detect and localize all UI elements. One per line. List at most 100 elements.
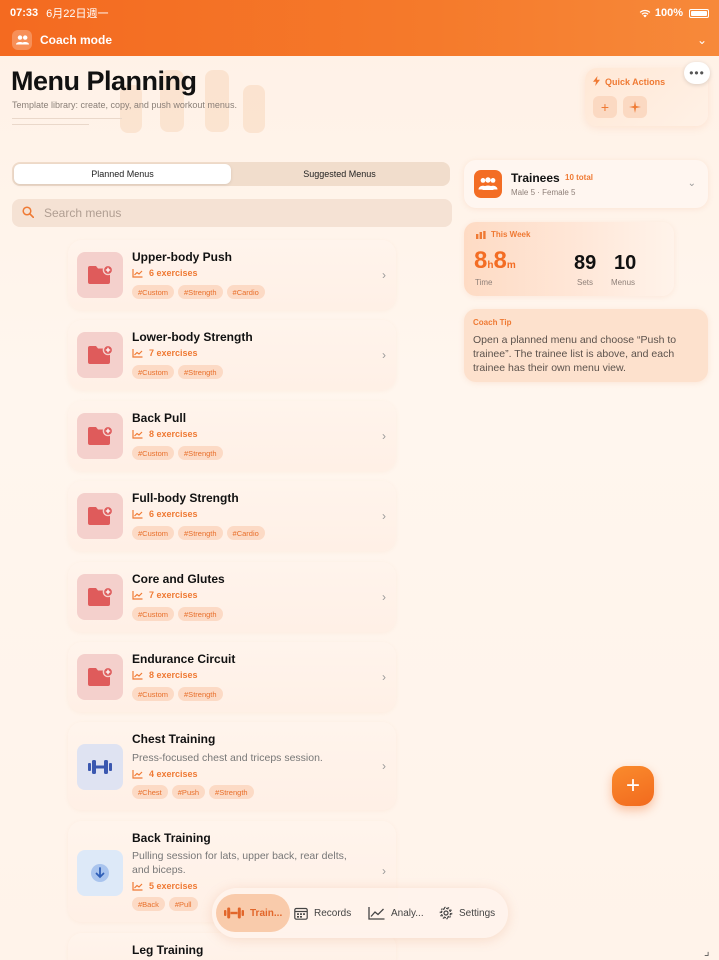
tag-list: #Custom #Strength	[132, 687, 223, 701]
quick-actions-title: Quick Actions	[593, 76, 665, 88]
tag-list: #Custom #Strength #Cardio	[132, 526, 265, 540]
this-week-card: This Week 8h8m Time 89 Sets 10 Menus	[464, 222, 674, 296]
folder-plus-icon	[77, 654, 123, 700]
menu-card[interactable]: Endurance Circuit 8 exercises #Custom #S…	[68, 642, 396, 712]
quick-sparkle-button[interactable]	[623, 96, 647, 118]
gear-icon	[439, 906, 453, 920]
dumbbell-icon	[77, 744, 123, 790]
exercise-count: 7 exercises	[132, 590, 198, 600]
status-bar: 07:33 6月22日週一 100%	[10, 6, 709, 20]
resize-handle: ⌟	[704, 944, 710, 958]
tag: #Custom	[132, 607, 175, 621]
tag: #Strength	[178, 285, 223, 299]
quick-actions-label: Quick Actions	[605, 77, 666, 87]
chevron-right-icon: ›	[382, 864, 386, 878]
tag: #Pull	[168, 897, 198, 911]
tab-analytics[interactable]: Analy...	[368, 894, 424, 932]
folder-plus-icon	[77, 413, 123, 459]
tag-list: #Custom #Strength	[132, 607, 223, 621]
coach-mode-bar[interactable]: Coach mode ⌄	[12, 29, 707, 51]
tag: #Custom	[132, 446, 175, 460]
exercise-count: 8 exercises	[132, 429, 198, 439]
menu-card[interactable]: Upper-body Push 6 exercises #Custom #Str…	[68, 240, 396, 310]
ellipsis-icon: •••	[689, 66, 705, 80]
menu-card[interactable]: Lower-body Strength 7 exercises #Custom …	[68, 320, 396, 390]
time-label: Time	[475, 278, 493, 287]
trainees-title: Trainees	[511, 171, 560, 185]
this-week-title: This Week	[476, 230, 530, 239]
time-hours: 8	[474, 247, 488, 274]
tab-planned-menus[interactable]: Planned Menus	[14, 164, 231, 184]
tag: #Strength	[209, 785, 254, 799]
sets-value: 89	[574, 252, 597, 274]
tag: #Cardio	[226, 526, 265, 540]
folder-plus-icon	[77, 493, 123, 539]
exercise-count-label: 7 exercises	[149, 348, 198, 358]
trainees-card[interactable]: Trainees 10 total Male 5 · Female 5 ⌄	[464, 160, 708, 208]
tab-suggested-menus[interactable]: Suggested Menus	[231, 164, 448, 184]
time-value: 8h8m	[474, 247, 516, 275]
coach-tip-title: Coach Tip	[473, 318, 512, 327]
chevron-down-icon[interactable]: ⌄	[697, 33, 707, 47]
tab-train[interactable]: Train...	[216, 894, 291, 932]
top-bar: 07:33 6月22日週一 100% Coach mode ⌄	[0, 0, 719, 56]
exercise-count: 8 exercises	[132, 670, 198, 680]
chevron-right-icon: ›	[382, 268, 386, 282]
chevron-right-icon: ›	[382, 429, 386, 443]
tag-list: #Back #Pull	[132, 897, 198, 911]
status-time: 07:33	[10, 7, 39, 19]
tag: #Cardio	[226, 285, 265, 299]
folder-plus-icon	[77, 332, 123, 378]
exercise-count-label: 7 exercises	[149, 590, 198, 600]
exercise-count: 6 exercises	[132, 509, 198, 519]
tag: #Strength	[178, 607, 223, 621]
menu-card[interactable]: Chest Training Press-focused chest and t…	[68, 722, 396, 810]
add-menu-button[interactable]: +	[612, 766, 654, 806]
tag: #Strength	[178, 365, 223, 379]
menu-title: Back Pull	[132, 411, 187, 425]
tab-settings[interactable]: Settings	[439, 894, 495, 932]
page-title: Menu Planning	[11, 66, 197, 96]
time-minutes: 8	[493, 247, 507, 274]
menu-card[interactable]: Full-body Strength 6 exercises #Custom #…	[68, 481, 396, 551]
menu-title: Core and Glutes	[132, 572, 225, 586]
menu-title: Chest Training	[132, 732, 216, 746]
menu-card[interactable]: Core and Glutes 7 exercises #Custom #Str…	[68, 562, 396, 632]
tab-label: Analy...	[391, 907, 424, 919]
more-options-button[interactable]: •••	[684, 62, 710, 84]
menu-card[interactable]: Back Pull 8 exercises #Custom #Strength …	[68, 401, 396, 471]
trend-chart-icon	[132, 509, 143, 519]
exercise-count-label: 6 exercises	[149, 509, 198, 519]
wifi-icon	[639, 9, 651, 17]
tab-label: Train...	[250, 907, 283, 919]
exercise-count-label: 4 exercises	[149, 769, 198, 779]
exercise-count: 5 exercises	[132, 881, 198, 891]
tag: #Custom	[132, 687, 175, 701]
trend-chart-icon	[132, 769, 143, 779]
tag-list: #Custom #Strength	[132, 365, 223, 379]
exercise-count-label: 5 exercises	[149, 881, 198, 891]
menu-title: Full-body Strength	[132, 491, 239, 505]
menu-title: Lower-body Strength	[132, 330, 253, 344]
tag: #Custom	[132, 285, 175, 299]
exercise-count-label: 8 exercises	[149, 670, 198, 680]
exercise-count: 7 exercises	[132, 348, 198, 358]
coach-tip-card: Coach Tip Open a planned menu and choose…	[464, 309, 708, 382]
menu-title: Leg Training	[132, 943, 204, 957]
status-right: 100%	[639, 7, 709, 19]
battery-icon	[689, 8, 709, 18]
tag: #Push	[171, 785, 206, 799]
chevron-right-icon: ›	[382, 670, 386, 684]
tab-label: Settings	[459, 907, 496, 919]
tag: #Chest	[132, 785, 168, 799]
tag-list: #Custom #Strength	[132, 446, 223, 460]
plus-icon: +	[600, 99, 610, 115]
chevron-down-icon[interactable]: ⌄	[688, 178, 696, 189]
chevron-right-icon: ›	[382, 590, 386, 604]
quick-add-button[interactable]: +	[593, 96, 617, 118]
tab-records[interactable]: Records	[294, 894, 351, 932]
menu-segmented-control: Planned Menus Suggested Menus	[12, 162, 450, 186]
search-input[interactable]: Search menus	[12, 199, 452, 227]
tab-label: Records	[314, 907, 352, 919]
folder-plus-icon	[77, 252, 123, 298]
